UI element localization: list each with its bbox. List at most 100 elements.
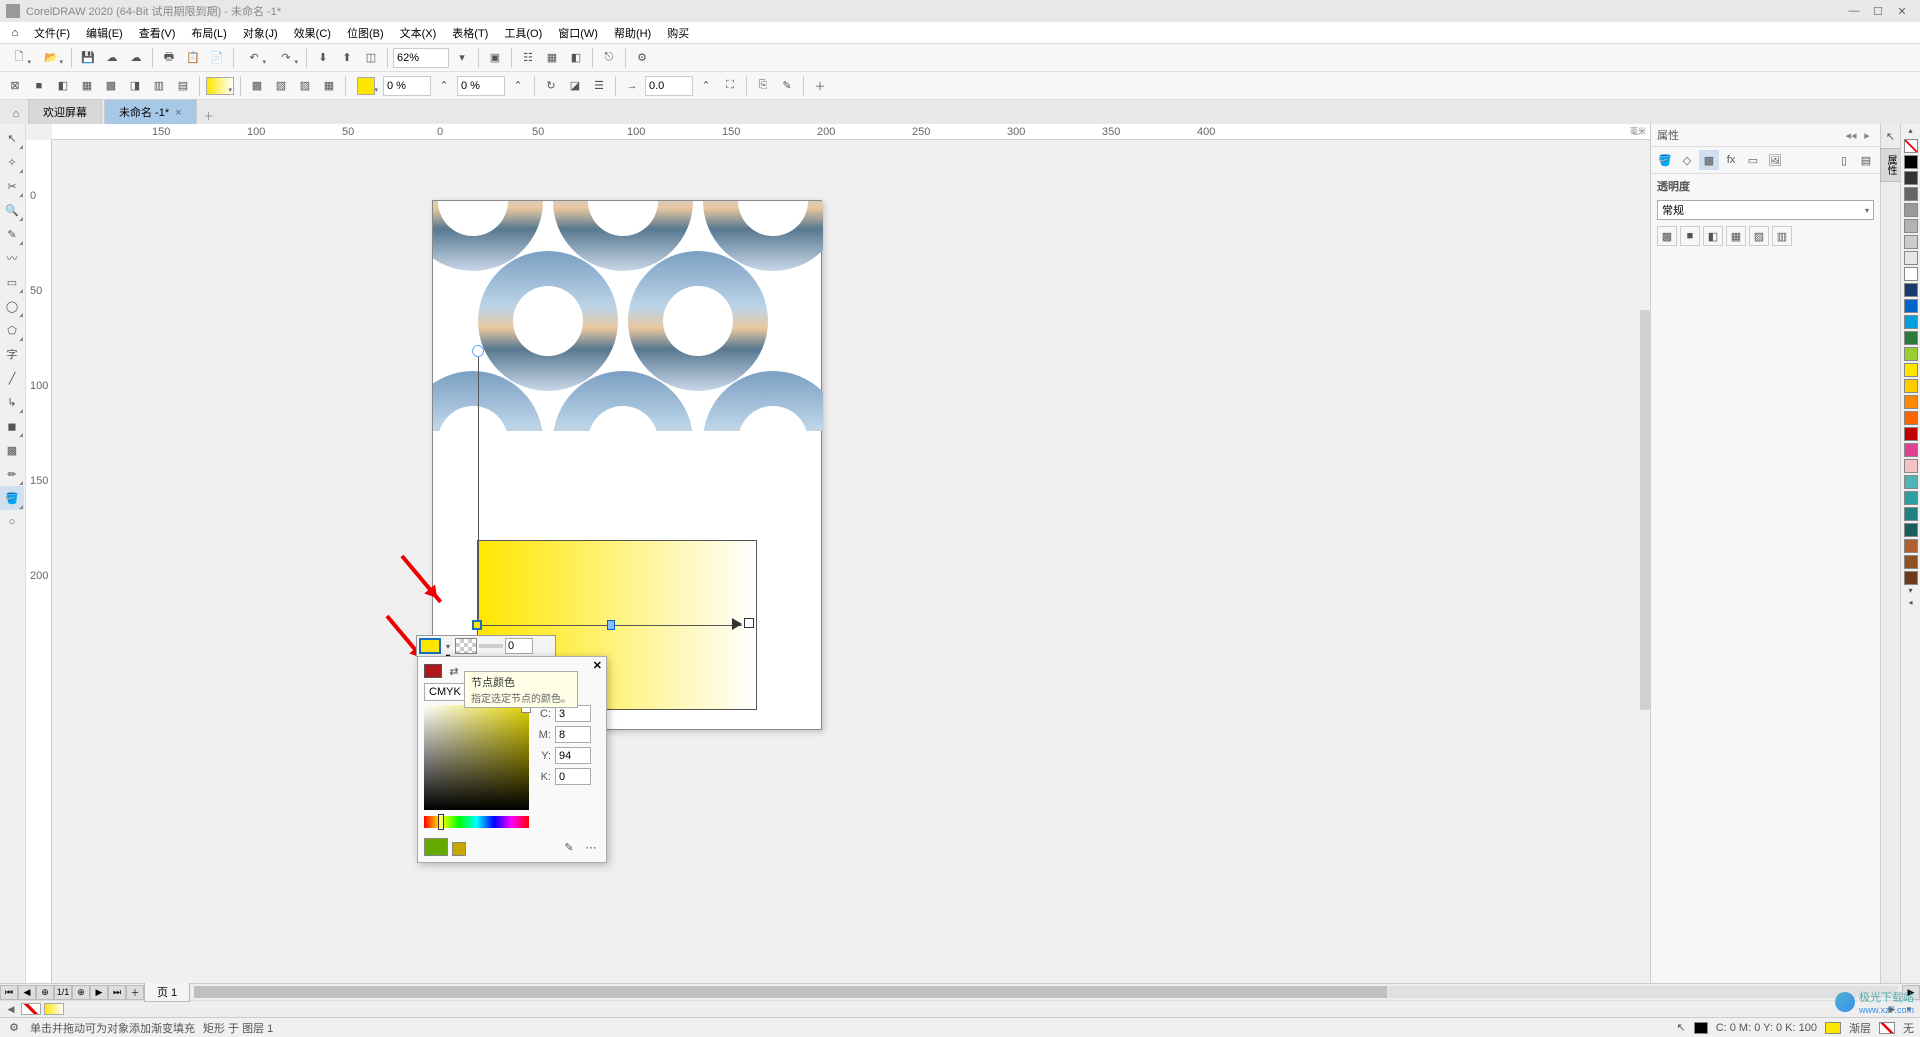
- page-add-before-icon[interactable]: ⊕: [36, 985, 54, 1000]
- tab-welcome[interactable]: 欢迎屏幕: [28, 99, 102, 124]
- prop-outline-icon[interactable]: ◇: [1677, 150, 1697, 170]
- palette-swatch[interactable]: [1904, 443, 1918, 457]
- zoom-dropdown-icon[interactable]: ▾: [451, 47, 473, 69]
- trans-none-icon[interactable]: ▩: [1657, 226, 1677, 246]
- interactive-fill-tool-icon[interactable]: 🪣: [0, 486, 24, 510]
- maximize-button[interactable]: ☐: [1866, 3, 1890, 19]
- launch-icon[interactable]: ⎋: [598, 47, 620, 69]
- postscript-fill-icon[interactable]: ▤: [172, 75, 194, 97]
- edit-fill-icon[interactable]: ✎: [776, 75, 798, 97]
- hue-slider-thumb[interactable]: [438, 814, 444, 830]
- reverse-fill-icon[interactable]: ↻: [540, 75, 562, 97]
- panel-collapse-icon[interactable]: ◂◂: [1844, 128, 1858, 142]
- home-icon[interactable]: ⌂: [4, 23, 26, 43]
- panel-menu-icon[interactable]: ▸: [1860, 128, 1874, 142]
- transparency-type-4-icon[interactable]: ▦: [318, 75, 340, 97]
- pick-tool[interactable]: ↖: [0, 126, 24, 150]
- pattern-fill-icon[interactable]: ▦: [76, 75, 98, 97]
- docker-properties-tab[interactable]: 属性: [1880, 148, 1901, 182]
- palette-swatch[interactable]: [1904, 507, 1918, 521]
- palette-down-icon[interactable]: ▾: [1903, 586, 1919, 598]
- k-input[interactable]: [555, 768, 591, 785]
- prop-bitmap-icon[interactable]: 🖼: [1765, 150, 1785, 170]
- rotate-input[interactable]: [645, 76, 693, 96]
- palette-swatch[interactable]: [1904, 155, 1918, 169]
- node-transparency-input[interactable]: [383, 76, 431, 96]
- palette-swatch[interactable]: [1904, 299, 1918, 313]
- page-tab-1[interactable]: 页 1: [144, 982, 190, 1002]
- prop-fx-icon[interactable]: fx: [1721, 150, 1741, 170]
- palette-swatch[interactable]: [1904, 395, 1918, 409]
- shape-tool-icon[interactable]: ✧: [0, 150, 24, 174]
- tab-close-icon[interactable]: ×: [175, 107, 181, 119]
- node-transparency-swatch[interactable]: [455, 638, 477, 654]
- minimize-button[interactable]: —: [1842, 3, 1866, 19]
- gradient-end-node[interactable]: [744, 618, 754, 628]
- ruler-vertical[interactable]: 0 50 100 150 200: [26, 140, 52, 983]
- palette-swatch[interactable]: [1904, 379, 1918, 393]
- stepper-2-icon[interactable]: ⌃: [507, 75, 529, 97]
- print-button[interactable]: 🖶: [158, 47, 180, 69]
- doc-palette-none[interactable]: [21, 1003, 41, 1015]
- prop-transparency-icon[interactable]: ▩: [1699, 150, 1719, 170]
- trans-texture-icon[interactable]: ▨: [1749, 226, 1769, 246]
- y-input[interactable]: [555, 747, 591, 764]
- node-color-swatch[interactable]: [419, 638, 441, 654]
- ellipse-tool-icon[interactable]: ◯: [0, 294, 24, 318]
- open-button[interactable]: 📂: [36, 47, 66, 69]
- menu-tools[interactable]: 工具(O): [496, 23, 550, 43]
- redo-button[interactable]: ↷: [271, 47, 301, 69]
- arrange-icon[interactable]: ☰: [588, 75, 610, 97]
- palette-swatch[interactable]: [1904, 523, 1918, 537]
- guidelines-icon[interactable]: ◧: [565, 47, 587, 69]
- gradient-start-node[interactable]: [472, 620, 482, 630]
- bitmap-pattern-icon[interactable]: ▥: [148, 75, 170, 97]
- tab-document[interactable]: 未命名 -1*×: [104, 99, 197, 124]
- gradient-midpoint-handle[interactable]: [607, 620, 615, 630]
- paste-button[interactable]: 📄: [206, 47, 228, 69]
- undo-button[interactable]: ↶: [239, 47, 269, 69]
- color-eyedropper-icon[interactable]: ✏: [0, 462, 24, 486]
- popup-more-icon[interactable]: ⋯: [582, 838, 600, 856]
- free-scale-icon[interactable]: ⛶: [719, 75, 741, 97]
- docker-pick-icon[interactable]: ↖: [1883, 128, 1899, 144]
- save-button[interactable]: 💾: [77, 47, 99, 69]
- stepper-3-icon[interactable]: ⌃: [695, 75, 717, 97]
- trans-fountain-icon[interactable]: ◧: [1703, 226, 1723, 246]
- gradient-rotation-handle[interactable]: [472, 345, 484, 357]
- prop-fill-icon[interactable]: 🪣: [1655, 150, 1675, 170]
- palette-expand-icon[interactable]: ◂: [1903, 598, 1919, 610]
- color-field[interactable]: [424, 705, 529, 810]
- artistic-media-icon[interactable]: 〰: [0, 246, 24, 270]
- import-button[interactable]: ⬇: [312, 47, 334, 69]
- palette-swatch[interactable]: [1904, 411, 1918, 425]
- fountain-fill-icon[interactable]: ◧: [52, 75, 74, 97]
- connector-tool-icon[interactable]: ↳: [0, 390, 24, 414]
- node-transparency-value[interactable]: [505, 638, 533, 654]
- menu-edit[interactable]: 编辑(E): [78, 23, 131, 43]
- palette-swatch[interactable]: [1904, 283, 1918, 297]
- popup-current-color-swatch[interactable]: [424, 664, 442, 678]
- no-fill-icon[interactable]: ⊠: [4, 75, 26, 97]
- hscrollbar-thumb[interactable]: [194, 986, 1387, 998]
- fullscreen-icon[interactable]: ▣: [484, 47, 506, 69]
- copy-button[interactable]: 📋: [182, 47, 204, 69]
- prop-paragraph-icon[interactable]: ▭: [1743, 150, 1763, 170]
- outline-tool-icon[interactable]: ○: [0, 510, 24, 534]
- node-color-dropdown-icon[interactable]: ▾: [443, 642, 453, 651]
- solid-fill-icon[interactable]: ■: [28, 75, 50, 97]
- rectangle-tool-icon[interactable]: ▭: [0, 270, 24, 294]
- close-button[interactable]: ✕: [1890, 3, 1914, 19]
- palette-swatch[interactable]: [1904, 187, 1918, 201]
- palette-swatch[interactable]: [1904, 235, 1918, 249]
- palette-swatch[interactable]: [1904, 427, 1918, 441]
- menu-window[interactable]: 窗口(W): [550, 23, 606, 43]
- grid-icon[interactable]: ▦: [541, 47, 563, 69]
- hue-slider[interactable]: [424, 816, 529, 828]
- page-add-after-icon[interactable]: ⊕: [72, 985, 90, 1000]
- ruler-horizontal[interactable]: 毫米 150 100 50 0 50 100 150 200 250 300 3…: [52, 124, 1650, 140]
- snap-icon[interactable]: ☷: [517, 47, 539, 69]
- page-add-icon[interactable]: ＋: [126, 985, 144, 1000]
- cloud-down-icon[interactable]: ☁: [125, 47, 147, 69]
- page-last-icon[interactable]: ⏭: [108, 985, 126, 1000]
